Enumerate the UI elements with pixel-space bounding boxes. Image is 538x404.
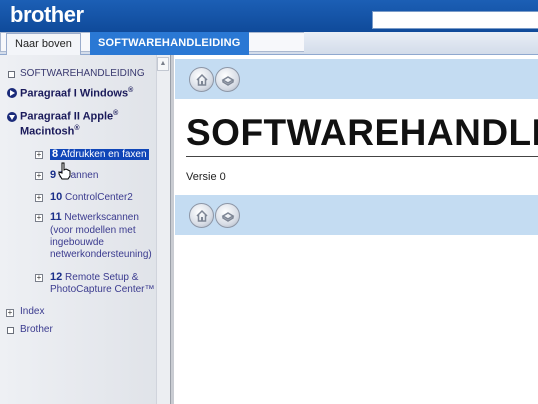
main-content: SOFTWAREHANDLEIDING Versie 0 [175, 55, 538, 404]
page-icon [7, 327, 14, 334]
chevron-right-icon[interactable] [7, 88, 17, 98]
toc-item-12[interactable]: 12 Remote Setup & [50, 271, 138, 283]
home-icon[interactable] [189, 67, 214, 92]
toc-part1[interactable]: Paragraaf I Windows® [20, 87, 133, 100]
toc-brother[interactable]: Brother [20, 324, 53, 335]
toc-item-number: 12 [50, 271, 63, 283]
expand-icon[interactable]: + [35, 274, 43, 282]
scroll-up-icon[interactable]: ▲ [157, 57, 169, 71]
toc-item-number: 10 [50, 191, 63, 203]
tab-naar-boven[interactable]: Naar boven [6, 33, 81, 55]
print-icon[interactable] [215, 67, 240, 92]
search-input[interactable] [372, 11, 538, 29]
expand-icon[interactable]: + [35, 194, 43, 202]
tab-bar: Naar boven SOFTWAREHANDLEIDING [0, 32, 538, 55]
toc-item-label-cont[interactable]: (voor modellen met [50, 225, 136, 236]
registered-mark: ® [128, 87, 134, 94]
toc-index[interactable]: Index [20, 306, 44, 317]
toc-item-11[interactable]: 11 Netwerkscannen [50, 211, 139, 223]
toc-part2-label: Paragraaf II Apple [20, 110, 114, 123]
tab-softwarehandleiding[interactable]: SOFTWAREHANDLEIDING [90, 32, 249, 55]
toc-part1-label: Paragraaf I Windows [20, 87, 129, 100]
toc-root[interactable]: SOFTWAREHANDLEIDING [20, 68, 145, 79]
title-divider [186, 156, 538, 157]
toc-item-label: ControlCenter2 [65, 192, 133, 203]
hand-cursor-icon [58, 162, 71, 180]
toc-item-number: 9 [50, 169, 57, 181]
toc-part2-label-2: Macintosh [20, 125, 75, 138]
toc-item-number: 11 [50, 211, 62, 223]
nav-bar-bottom [175, 195, 538, 235]
toc-part2-line2[interactable]: Macintosh® [20, 125, 80, 138]
print-icon[interactable] [215, 203, 240, 228]
sidebar-scrollbar[interactable] [156, 55, 170, 404]
expand-icon[interactable]: + [35, 151, 43, 159]
toc-item-label-cont[interactable]: ingebouwde [50, 237, 104, 248]
toc-item-number: 8 [52, 148, 59, 160]
toc-item-8[interactable]: 8 Afdrukken en faxen [50, 148, 149, 160]
pane-splitter[interactable] [170, 55, 174, 404]
expand-icon[interactable]: + [35, 214, 43, 222]
toc-root-label: SOFTWAREHANDLEIDING [20, 68, 145, 79]
version-text: Versie 0 [186, 171, 226, 183]
expand-icon[interactable]: + [35, 172, 43, 180]
expand-icon[interactable]: + [6, 309, 14, 317]
app-header: brother [0, 0, 538, 32]
registered-mark: ® [74, 125, 80, 132]
toc-item-label-cont[interactable]: PhotoCapture Center™ [50, 284, 155, 295]
home-icon[interactable] [189, 203, 214, 228]
nav-bar-top [175, 59, 538, 99]
toc-item-label: Netwerkscannen [64, 212, 139, 223]
page-icon [8, 71, 15, 78]
toc-part2[interactable]: Paragraaf II Apple® [20, 110, 118, 123]
toc-item-label: Afdrukken en faxen [60, 149, 147, 160]
brother-logo[interactable]: brother [10, 2, 84, 28]
registered-mark: ® [113, 110, 119, 117]
toc-item-label-cont[interactable]: netwerkondersteuning) [50, 249, 152, 260]
toc-item-10[interactable]: 10 ControlCenter2 [50, 191, 133, 203]
chevron-down-icon[interactable] [7, 112, 17, 122]
page-title: SOFTWAREHANDLEIDING [186, 112, 538, 153]
toc-item-label: Remote Setup & [65, 272, 139, 283]
